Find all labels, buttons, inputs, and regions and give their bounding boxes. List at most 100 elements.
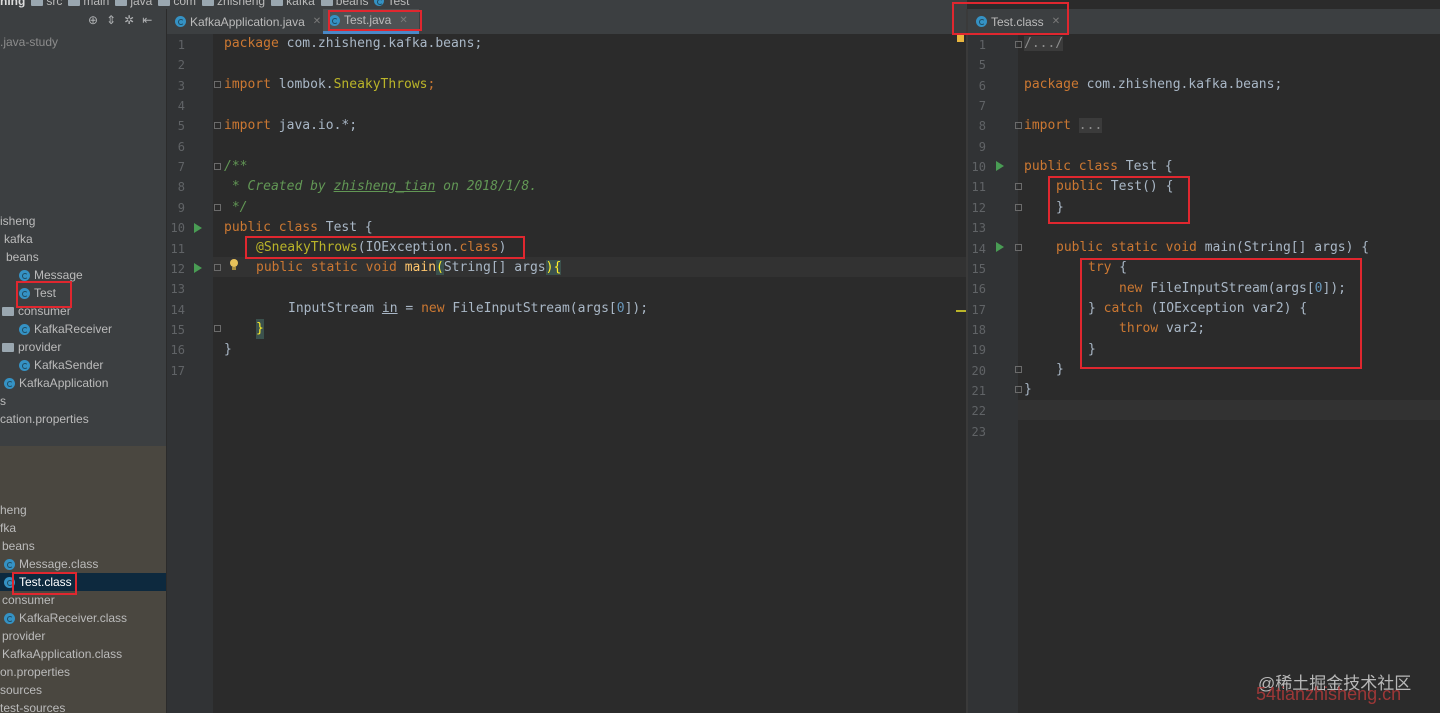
tree-item-package[interactable]: beans <box>2 248 39 266</box>
tab-kafka-application[interactable]: KafkaApplication.java ✕ <box>169 9 321 34</box>
breadcrumb-item[interactable]: main <box>68 0 109 8</box>
breadcrumb-item[interactable]: com <box>158 0 196 8</box>
run-method-icon[interactable] <box>996 242 1004 252</box>
breadcrumb-item[interactable]: src <box>31 0 62 8</box>
code-text: (IOException var2) { <box>1142 301 1308 316</box>
tree-item-class[interactable]: Message <box>19 266 83 284</box>
folded-imports[interactable]: ... <box>1078 118 1103 133</box>
fold-icon[interactable] <box>1015 244 1022 251</box>
run-class-icon[interactable] <box>194 223 202 233</box>
breadcrumb-item[interactable]: Test <box>374 0 409 8</box>
fold-icon[interactable] <box>1015 366 1022 373</box>
code-line-11: @SneakyThrows(IOException.class) <box>256 238 506 258</box>
tree-item-label: Message.class <box>19 557 99 571</box>
tree-item-label: consumer <box>18 304 71 318</box>
tree-item-package[interactable]: provider <box>2 338 61 356</box>
close-icon[interactable]: ✕ <box>1052 16 1060 27</box>
tree-item-folder[interactable]: sources <box>0 681 42 699</box>
tree-item-class-file-selected[interactable]: Test.class <box>4 573 72 591</box>
breadcrumb-item[interactable]: beans <box>320 0 368 8</box>
fold-icon[interactable] <box>1015 122 1022 129</box>
line-number: 16 <box>971 282 986 297</box>
line-number: 13 <box>971 221 986 236</box>
close-icon[interactable]: ✕ <box>313 16 321 27</box>
line-number: 8 <box>978 119 986 134</box>
line-number: 2 <box>177 58 185 73</box>
breadcrumb-item[interactable]: kafka <box>271 0 315 8</box>
class-icon <box>4 377 15 389</box>
tree-item-class[interactable]: KafkaReceiver <box>19 320 112 338</box>
tree-item-label: Message <box>34 268 83 282</box>
folder-icon <box>158 0 171 6</box>
tab-label: Test.class <box>991 14 1044 29</box>
folder-icon <box>68 0 81 6</box>
project-root-label[interactable]: .java-study <box>0 33 58 51</box>
tree-item-folder[interactable]: s <box>0 392 6 410</box>
code-line-1: package com.zhisheng.kafka.beans; <box>224 34 482 54</box>
code-line-3: import lombok.SneakyThrows; <box>224 75 435 95</box>
line-number: 7 <box>177 160 185 175</box>
class-icon <box>19 359 30 371</box>
tree-item-package[interactable]: provider <box>2 627 45 645</box>
gear-icon[interactable]: ✲ <box>124 13 134 27</box>
tree-item-package[interactable]: consumer <box>2 591 55 609</box>
code-line-16: try { <box>1088 258 1127 278</box>
tree-item-class[interactable]: KafkaApplication <box>4 374 108 392</box>
method-name: main <box>404 260 437 275</box>
fold-icon[interactable] <box>214 122 221 129</box>
run-class-icon[interactable] <box>996 161 1004 171</box>
tree-item-package[interactable]: kafka <box>0 230 33 248</box>
tree-item-package[interactable]: beans <box>2 537 35 555</box>
breadcrumb-label: src <box>46 0 63 8</box>
keyword: throw <box>1119 321 1159 336</box>
tree-item-package[interactable]: consumer <box>2 302 71 320</box>
fold-icon[interactable] <box>214 163 221 170</box>
editor-tabs-right: Test.class ✕ <box>968 9 1440 34</box>
tree-item-package[interactable]: fka <box>0 519 16 537</box>
line-number: 8 <box>177 180 185 195</box>
tree-item-class-file[interactable]: Message.class <box>4 555 98 573</box>
tab-test-java[interactable]: Test.java ✕ <box>323 9 419 34</box>
tree-item-class-file[interactable]: KafkaReceiver.class <box>4 609 127 627</box>
tree-item-file[interactable]: on.properties <box>0 663 70 681</box>
fold-icon[interactable] <box>1015 386 1022 393</box>
tree-item-class[interactable]: KafkaSender <box>19 356 103 374</box>
tree-item-class[interactable]: Test <box>19 284 56 302</box>
breadcrumb-item[interactable]: java <box>115 0 152 8</box>
tab-test-class[interactable]: Test.class ✕ <box>970 9 1066 34</box>
fold-icon[interactable] <box>1015 183 1022 190</box>
fold-icon[interactable] <box>214 325 221 332</box>
breadcrumb-label: hing <box>0 0 26 8</box>
error-stripe-mark[interactable] <box>956 310 966 312</box>
folded-header[interactable]: /.../ <box>1024 36 1064 51</box>
code-text: ; <box>427 77 436 92</box>
tree-item-label: consumer <box>2 593 55 607</box>
close-icon[interactable]: ✕ <box>399 15 407 26</box>
fold-icon[interactable] <box>214 204 221 211</box>
fold-icon[interactable] <box>214 81 221 88</box>
fold-icon[interactable] <box>214 264 221 271</box>
line-number: 12 <box>971 200 986 215</box>
collapse-icon[interactable]: ⇕ <box>106 13 116 27</box>
tree-item-package[interactable]: isheng <box>0 212 35 230</box>
fold-icon[interactable] <box>1015 204 1022 211</box>
warning-marker-icon[interactable] <box>957 35 964 42</box>
lightbulb-icon[interactable] <box>229 259 239 271</box>
line-number: 5 <box>177 119 185 134</box>
folder-icon <box>31 0 44 6</box>
breadcrumb-item[interactable]: zhisheng <box>202 0 265 8</box>
line-number: 19 <box>971 343 986 358</box>
code-line-1: /.../ <box>1024 34 1064 54</box>
sync-icon[interactable]: ⊕ <box>88 13 98 27</box>
breadcrumb-item[interactable]: hing <box>0 0 25 8</box>
tree-item-package[interactable]: heng <box>0 501 27 519</box>
fold-icon[interactable] <box>1015 41 1022 48</box>
line-number: 16 <box>170 343 185 358</box>
tree-item-folder[interactable]: test-sources <box>0 699 65 713</box>
tree-item-label: beans <box>6 250 39 264</box>
tree-item-label: .java-study <box>0 35 59 49</box>
tree-item-class-file[interactable]: KafkaApplication.class <box>2 645 122 663</box>
hide-panel-icon[interactable]: ⇤ <box>142 13 152 27</box>
tree-item-file[interactable]: cation.properties <box>0 410 89 428</box>
run-method-icon[interactable] <box>194 263 202 273</box>
